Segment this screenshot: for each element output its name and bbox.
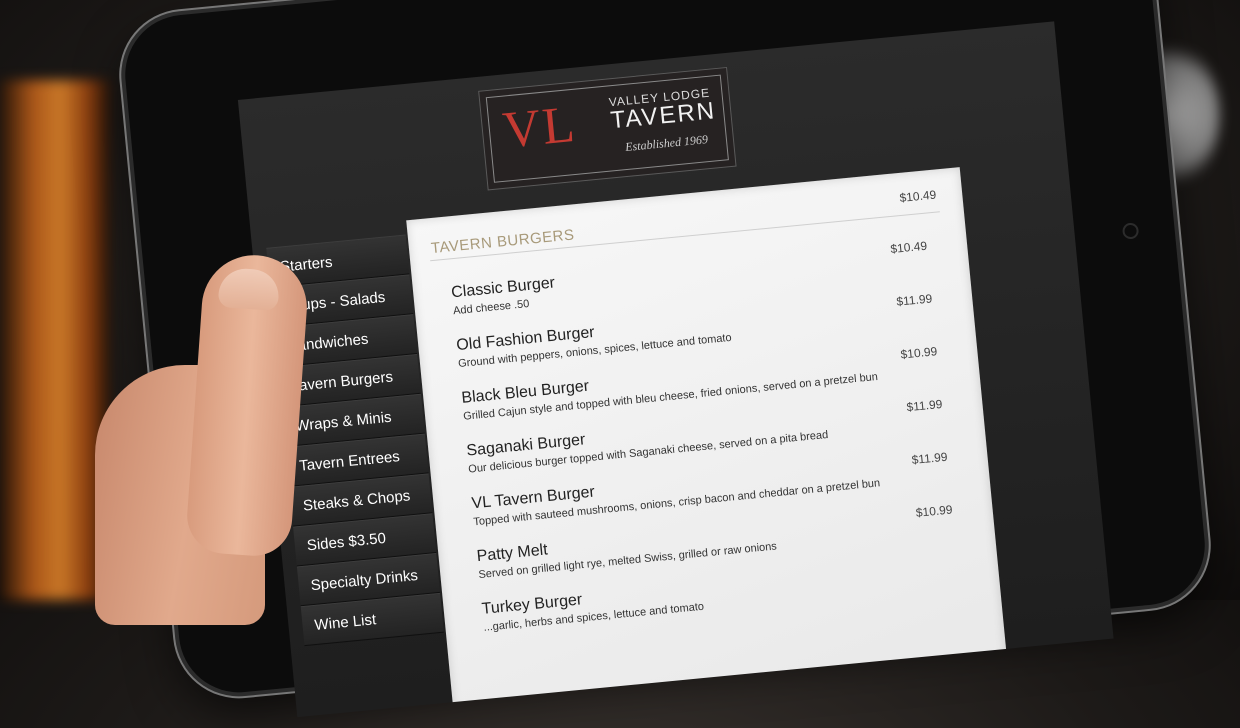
section-price: $10.49: [898, 187, 937, 205]
restaurant-logo[interactable]: VL VALLEY LODGE TAVERN Established 1969: [478, 66, 737, 191]
holding-hand: [95, 251, 311, 625]
background-beer-glass: [0, 80, 110, 600]
tablet-screen: VL VALLEY LODGE TAVERN Established 1969 …: [237, 21, 1114, 718]
menu-content: TAVERN BURGERS $10.49 Classic Burger Add…: [406, 167, 1008, 718]
logo-initials: VL: [500, 95, 579, 160]
menu-items-list: Classic Burger Add cheese .50 $10.49 Old…: [451, 239, 962, 654]
home-button[interactable]: [1121, 222, 1140, 240]
